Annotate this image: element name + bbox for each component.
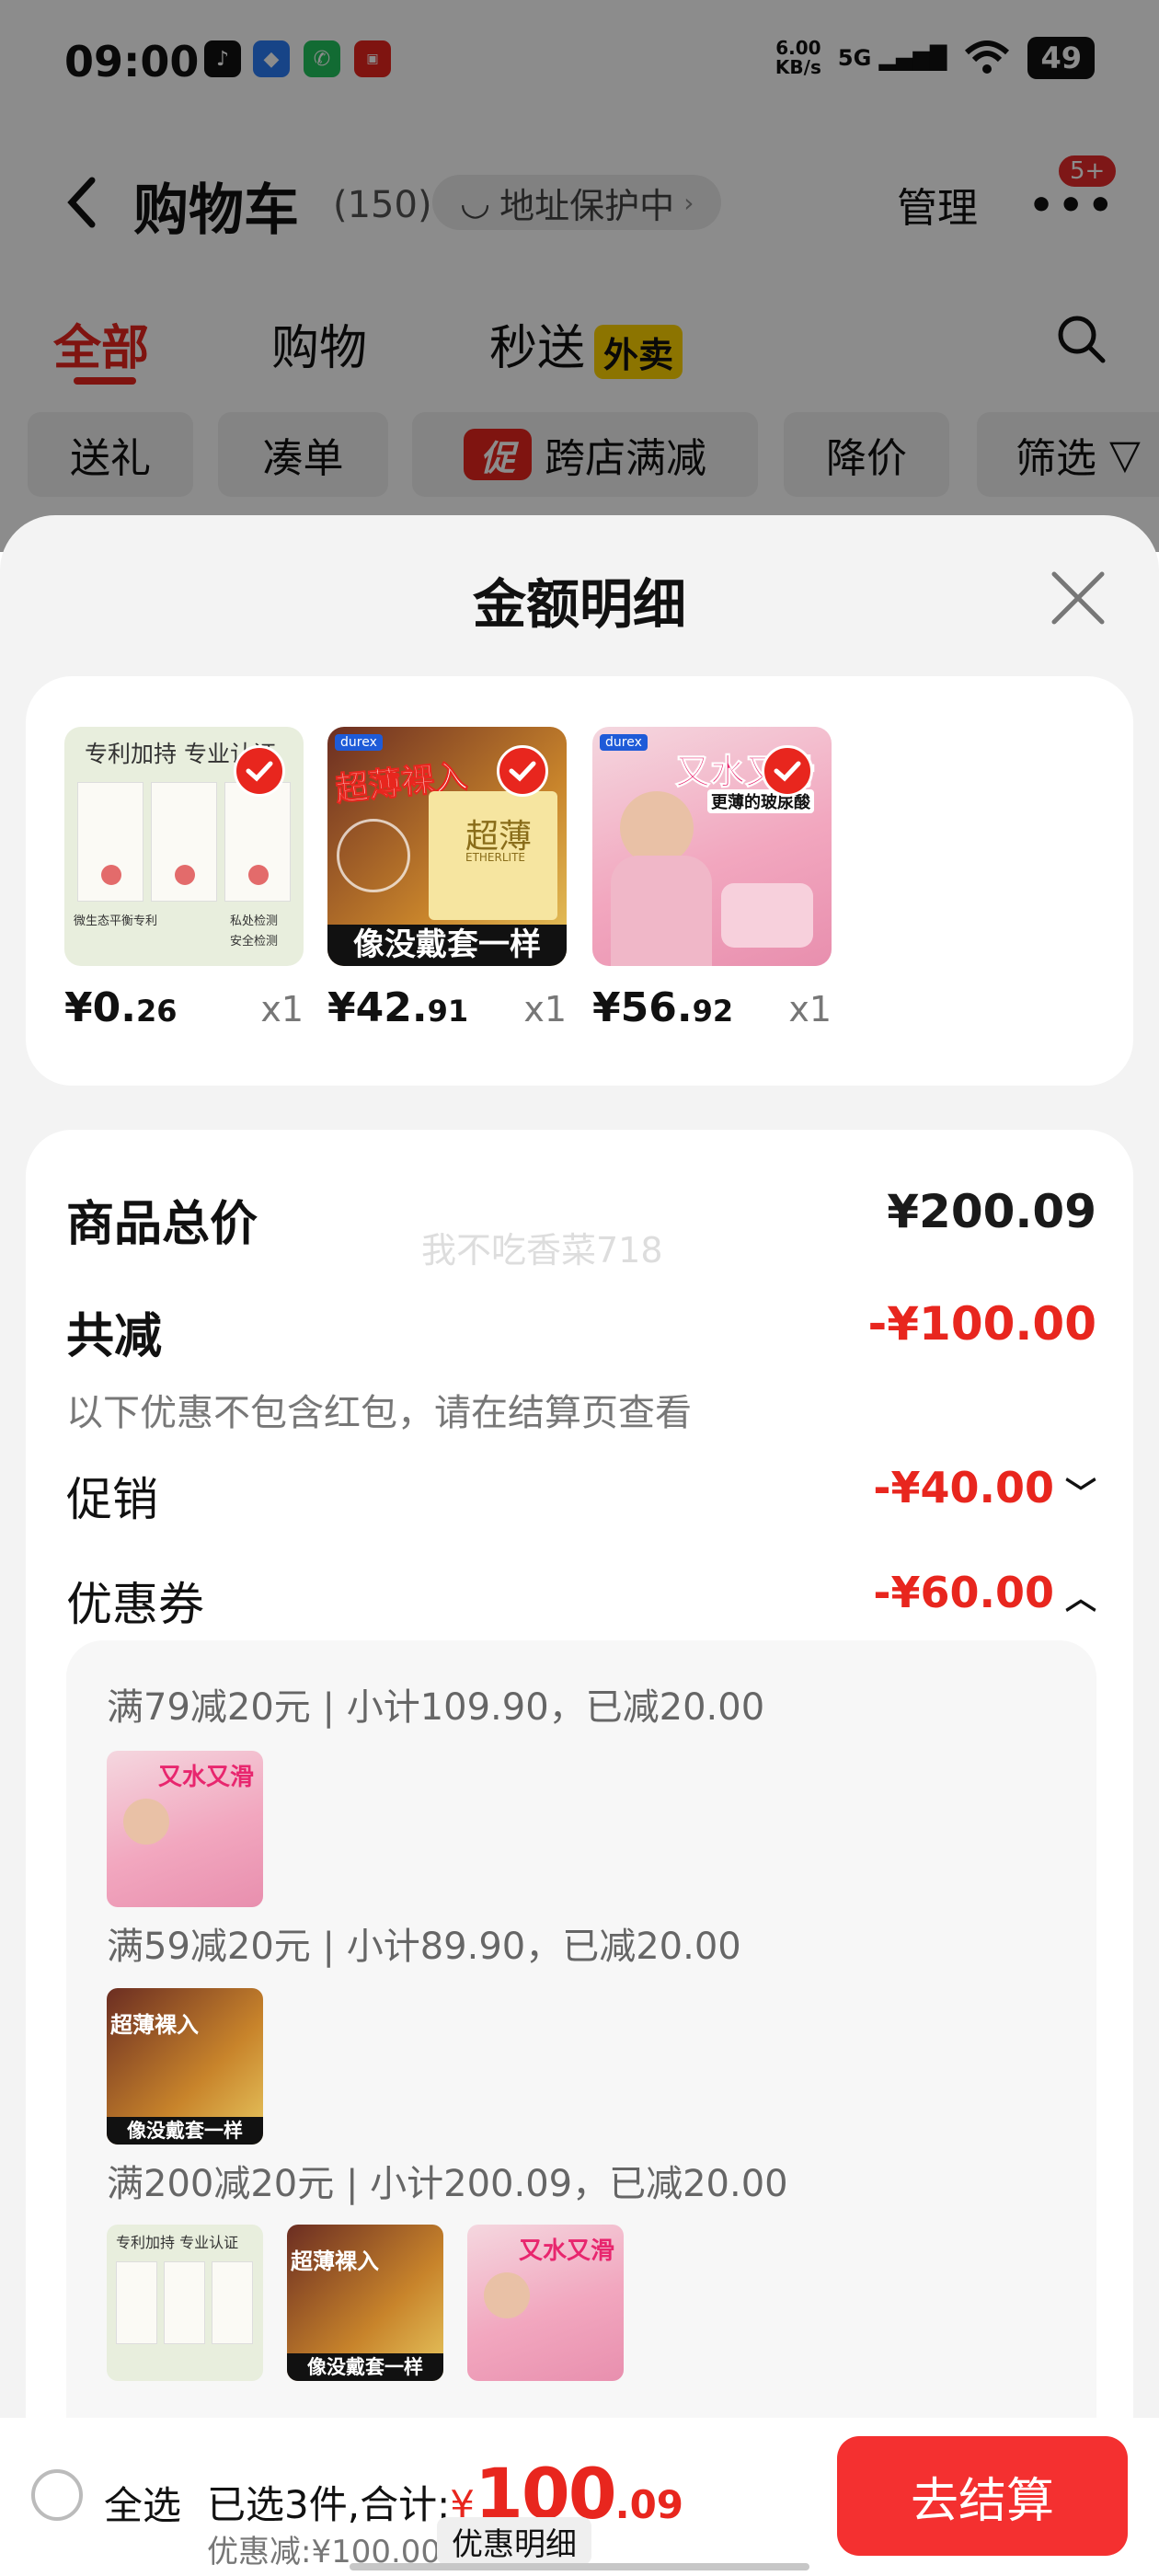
product-item[interactable]: durex 又水又滑 更薄的玻尿酸 ¥56.92 x1 bbox=[592, 727, 832, 1031]
product-image-hyaluronic: durex 又水又滑 更薄的玻尿酸 bbox=[592, 727, 832, 966]
coupon-product-image: 专利加持 专业认证 bbox=[107, 2225, 263, 2381]
chevron-down-icon: ﹀ bbox=[1065, 1476, 1096, 1512]
checkout-button[interactable]: 去结算 bbox=[837, 2436, 1128, 2556]
product-image-ultrathin: durex 超薄裸入 超薄 ETHERLITE 像没戴套一样 bbox=[327, 727, 567, 966]
promo-row[interactable]: 促销 -¥40.00 ﹀ bbox=[66, 1463, 1096, 1529]
total-value: ¥200.09 bbox=[887, 1185, 1096, 1238]
product-price: ¥0.26 bbox=[64, 984, 178, 1031]
product-image-certificate: 专利加持 专业认证 微生态平衡专利 私处检测 安全检测 bbox=[64, 727, 304, 966]
coupon-product-image: 又水又滑 bbox=[467, 2225, 624, 2381]
promo-value[interactable]: -¥40.00 ﹀ bbox=[873, 1463, 1096, 1513]
coupon-product-image: 超薄裸入 像没戴套一样 bbox=[287, 2225, 443, 2381]
chevron-up-icon: ︿ bbox=[1065, 1581, 1096, 1617]
coupon-line: 满79减20元 | 小计109.90，已减20.00 bbox=[107, 1686, 765, 1729]
product-price: ¥42.91 bbox=[327, 984, 469, 1031]
close-icon[interactable] bbox=[1049, 569, 1107, 627]
product-item[interactable]: durex 超薄裸入 超薄 ETHERLITE 像没戴套一样 ¥42.91 x1 bbox=[327, 727, 567, 1031]
coupon-line: 满200减20元 | 小计200.09，已减20.00 bbox=[107, 2163, 788, 2205]
coupon-product-image: 又水又滑 bbox=[107, 1751, 263, 1907]
product-summary-card: 专利加持 专业认证 微生态平衡专利 私处检测 安全检测 ¥0.26 x1 dur… bbox=[26, 676, 1133, 1086]
cart-page-background: 09:00 ♪ ◆ ✆ ▣ 6.00 KB/s 5G ▂▄▆█ 49 购物车 (… bbox=[0, 0, 1159, 552]
discount-detail-button[interactable]: 优惠明细 bbox=[437, 2517, 591, 2565]
amount-detail-sheet: 金额明细 专利加持 专业认证 微生态平衡专利 私处检测 安全检测 ¥0.26 x… bbox=[0, 515, 1159, 2576]
product-qty: x1 bbox=[523, 989, 567, 1029]
coupon-product-image: 超薄裸入 像没戴套一样 bbox=[107, 1988, 263, 2145]
coupon-line: 满59减20元 | 小计89.90，已减20.00 bbox=[107, 1926, 741, 1968]
checkmark-icon[interactable] bbox=[762, 745, 813, 797]
checkout-bar: 全选 已选3件,合计:¥100.09 优惠减:¥100.00 优惠明细 去结算 bbox=[0, 2418, 1159, 2576]
product-qty: x1 bbox=[260, 989, 304, 1029]
sheet-title: 金额明细 bbox=[472, 573, 686, 636]
select-all-radio[interactable] bbox=[31, 2469, 83, 2521]
checkmark-icon[interactable] bbox=[234, 745, 285, 797]
product-qty: x1 bbox=[788, 989, 832, 1029]
product-item[interactable]: 专利加持 专业认证 微生态平衡专利 私处检测 安全检测 ¥0.26 x1 bbox=[64, 727, 304, 1031]
coupon-value[interactable]: -¥60.00 ︿ bbox=[873, 1568, 1096, 1618]
coupon-row[interactable]: 优惠券 -¥60.00 ︿ bbox=[66, 1568, 1096, 1634]
product-price: ¥56.92 bbox=[592, 984, 734, 1031]
reduce-note: 以下优惠不包含红包，请在结算页查看 bbox=[66, 1392, 692, 1434]
select-all-label[interactable]: 全选 bbox=[104, 2475, 181, 2531]
overlay-dim[interactable] bbox=[0, 0, 1159, 552]
home-indicator[interactable] bbox=[350, 2563, 809, 2570]
checkmark-icon[interactable] bbox=[497, 745, 548, 797]
reduce-row: 共减 -¥100.00 以下优惠不包含红包，请在结算页查看 bbox=[66, 1297, 1096, 1436]
amount-breakdown-card: 我不吃香菜718 商品总价 ¥200.09 共减 -¥100.00 以下优惠不包… bbox=[26, 1130, 1133, 2576]
reduce-value: -¥100.00 bbox=[867, 1297, 1097, 1351]
total-row: 商品总价 ¥200.09 bbox=[66, 1185, 1096, 1254]
